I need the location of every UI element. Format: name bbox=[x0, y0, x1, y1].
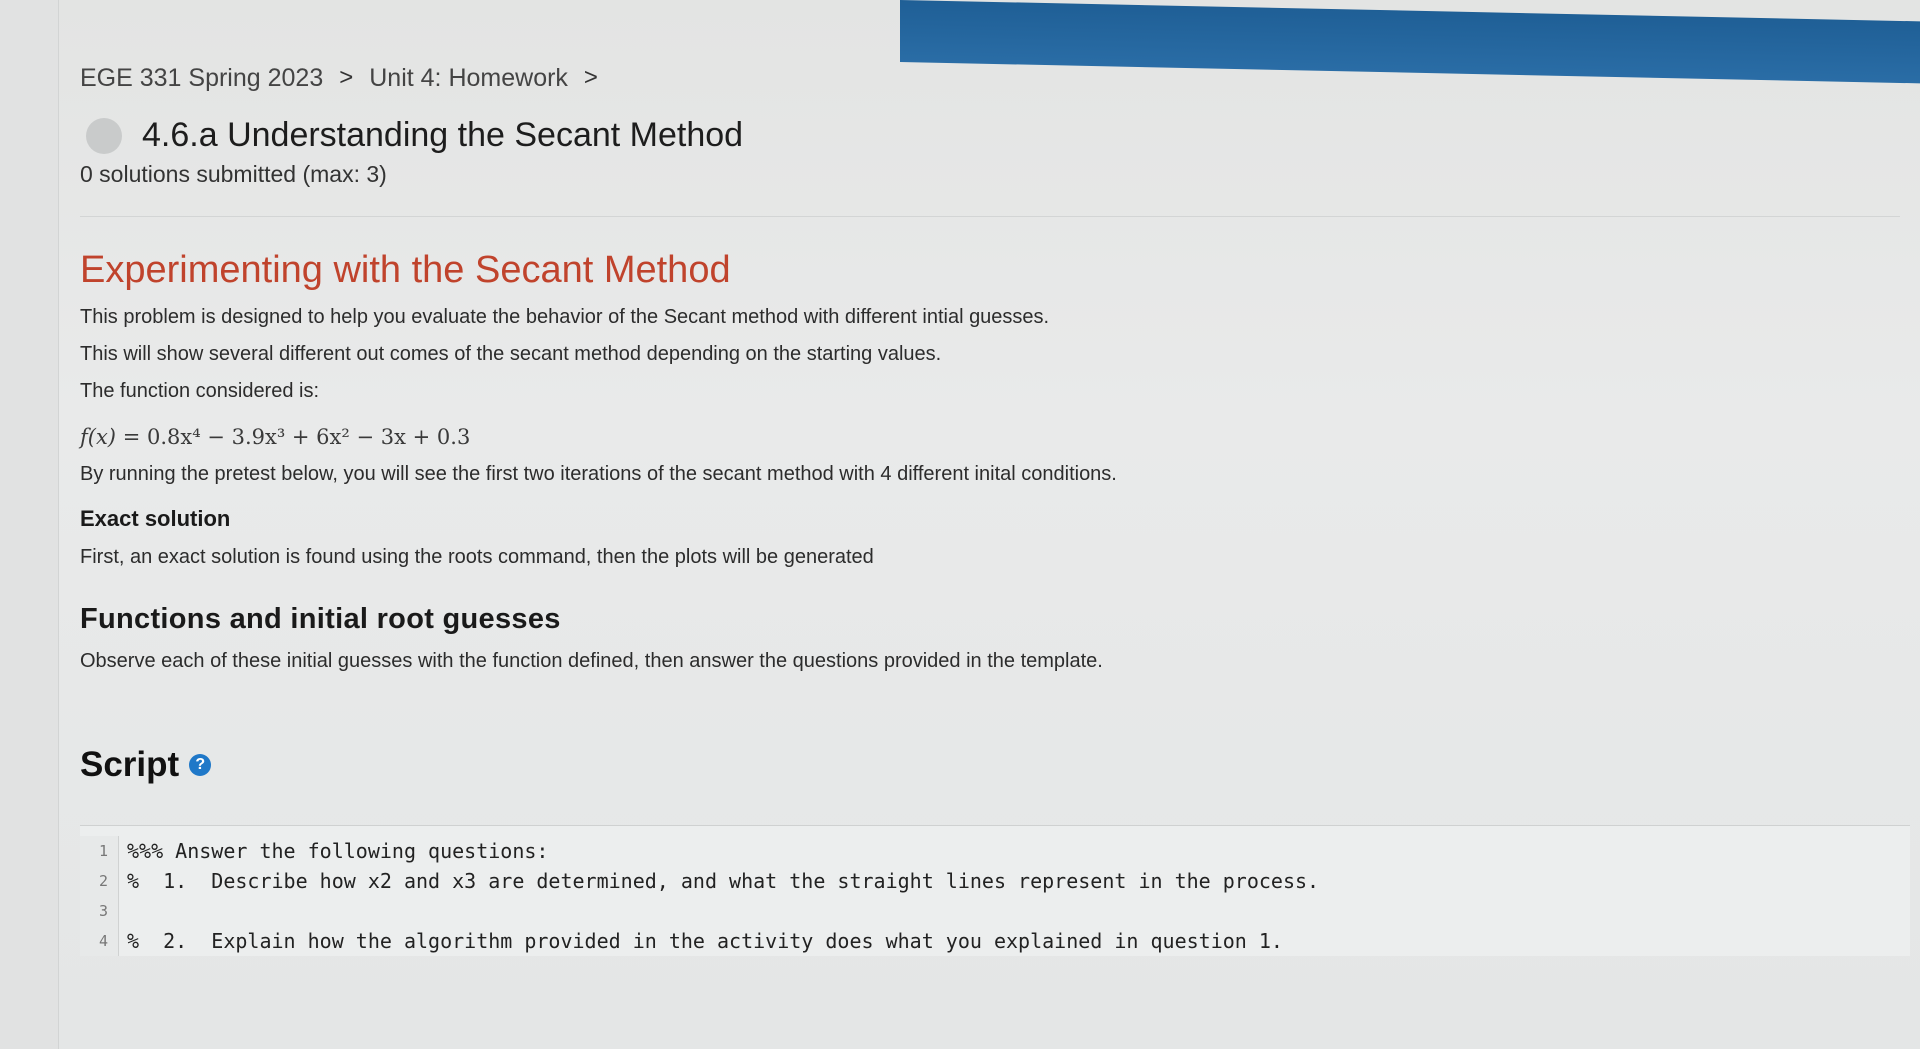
breadcrumb: EGE 331 Spring 2023 > Unit 4: Homework > bbox=[80, 58, 1900, 98]
description-paragraph: The function considered is: bbox=[80, 380, 320, 402]
problem-title-row: 4.6.a Understanding the Secant Method bbox=[86, 116, 1900, 155]
section-heading: Experimenting with the Secant Method bbox=[80, 249, 731, 291]
line-number: 4 bbox=[80, 926, 119, 956]
code-editor[interactable]: 1 %%% Answer the following questions: 2 … bbox=[80, 825, 1910, 956]
help-icon[interactable]: ? bbox=[189, 754, 212, 776]
breadcrumb-unit-link[interactable]: Unit 4: Homework bbox=[369, 64, 568, 93]
page: EGE 331 Spring 2023 > Unit 4: Homework >… bbox=[0, 0, 1920, 1049]
main-content: EGE 331 Spring 2023 > Unit 4: Homework >… bbox=[80, 58, 1910, 956]
equation-rhs: = 0.8x⁴ − 3.9x³ + 6x² − 3x + 0.3 bbox=[122, 425, 471, 449]
code-line[interactable]: 1 %%% Answer the following questions: bbox=[80, 836, 1910, 866]
exact-solution-heading: Exact solution bbox=[80, 506, 231, 531]
script-title: Script bbox=[80, 745, 180, 784]
script-heading: Script ? bbox=[80, 745, 1900, 785]
equation-lhs: f(x) bbox=[80, 425, 117, 449]
code-line[interactable]: 3 bbox=[80, 896, 1910, 926]
line-number: 2 bbox=[80, 866, 119, 896]
description-paragraph: This will show several different out com… bbox=[80, 343, 942, 365]
description-paragraph: By running the pretest below, you will s… bbox=[80, 463, 1117, 485]
completion-status-icon bbox=[86, 117, 122, 154]
chevron-right-icon: > bbox=[583, 64, 598, 91]
code-line[interactable]: 4 % 2. Explain how the algorithm provide… bbox=[80, 926, 1910, 956]
code-text[interactable] bbox=[119, 896, 127, 926]
code-text[interactable]: % 1. Describe how x2 and x3 are determin… bbox=[119, 866, 1319, 896]
description-paragraph: This problem is designed to help you eva… bbox=[80, 306, 1050, 328]
line-number: 3 bbox=[80, 896, 119, 926]
functions-heading: Functions and initial root guesses bbox=[80, 603, 561, 635]
chevron-right-icon: > bbox=[339, 64, 354, 91]
code-line[interactable]: 2 % 1. Describe how x2 and x3 are determ… bbox=[80, 866, 1910, 896]
line-number: 1 bbox=[80, 836, 119, 866]
submission-count: 0 solutions submitted (max: 3) bbox=[80, 161, 387, 187]
description-paragraph: First, an exact solution is found using … bbox=[80, 546, 874, 568]
code-text[interactable]: % 2. Explain how the algorithm provided … bbox=[119, 926, 1283, 956]
breadcrumb-course-link[interactable]: EGE 331 Spring 2023 bbox=[80, 64, 323, 93]
function-equation: f(x) = 0.8x⁴ − 3.9x³ + 6x² − 3x + 0.3 bbox=[80, 425, 1900, 449]
description-paragraph: Observe each of these initial guesses wi… bbox=[80, 650, 1103, 672]
code-text[interactable]: %%% Answer the following questions: bbox=[119, 836, 548, 866]
left-rail bbox=[0, 0, 59, 1049]
page-title: 4.6.a Understanding the Secant Method bbox=[142, 116, 744, 154]
divider bbox=[80, 216, 1900, 217]
